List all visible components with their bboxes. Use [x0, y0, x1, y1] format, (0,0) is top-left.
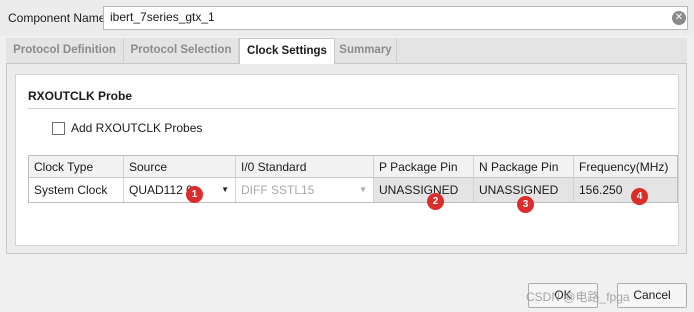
source-dropdown[interactable]: QUAD112 0 ▼	[124, 178, 236, 202]
add-rxoutclk-probes-checkbox[interactable]	[52, 122, 65, 135]
tab-bar: Protocol Definition Protocol Selection C…	[6, 38, 687, 65]
annotation-marker-3: 3	[517, 196, 534, 213]
section-title: RXOUTCLK Probe	[28, 89, 133, 103]
tab-protocol-selection[interactable]: Protocol Selection	[124, 38, 239, 64]
tab-summary[interactable]: Summary	[335, 38, 397, 64]
tab-clock-settings[interactable]: Clock Settings	[239, 38, 335, 65]
chevron-down-icon[interactable]: ▼	[221, 178, 229, 202]
chevron-down-icon: ▼	[359, 185, 367, 194]
section-divider	[28, 108, 676, 109]
component-name-row: Component Name ibert_7series_gtx_1 ✕	[0, 0, 694, 36]
column-header-source: Source	[124, 156, 236, 178]
io-standard-dropdown: DIFF SSTL15 ▼	[236, 178, 374, 202]
tab-protocol-definition[interactable]: Protocol Definition	[6, 38, 124, 64]
column-header-clock-type: Clock Type	[29, 156, 124, 178]
source-value: QUAD112 0	[129, 183, 193, 197]
cell-p-package-pin: UNASSIGNED	[374, 178, 474, 202]
annotation-marker-2: 2	[427, 193, 444, 210]
component-name-label: Component Name	[8, 11, 106, 25]
column-header-frequency: Frequency(MHz)	[574, 156, 677, 178]
cell-frequency: 156.250	[574, 178, 677, 202]
clear-icon[interactable]: ✕	[672, 11, 686, 25]
io-standard-value: DIFF SSTL15	[241, 183, 315, 197]
column-header-p-package-pin: P Package Pin	[374, 156, 474, 178]
column-header-n-package-pin: N Package Pin	[474, 156, 574, 178]
annotation-marker-1: 1	[186, 186, 203, 203]
clock-table: Clock Type Source I/0 Standard P Package…	[28, 155, 678, 203]
component-name-input[interactable]: ibert_7series_gtx_1	[103, 6, 688, 30]
clock-settings-panel: RXOUTCLK Probe Add RXOUTCLK Probes Clock…	[6, 64, 687, 254]
cell-clock-type: System Clock	[29, 178, 124, 202]
column-header-io-standard: I/0 Standard	[236, 156, 374, 178]
annotation-marker-4: 4	[631, 188, 648, 205]
rxoutclk-probe-group: RXOUTCLK Probe Add RXOUTCLK Probes Clock…	[15, 74, 679, 246]
add-rxoutclk-probes-label: Add RXOUTCLK Probes	[71, 121, 203, 135]
watermark: CSDN @电路_fpga	[526, 290, 630, 304]
